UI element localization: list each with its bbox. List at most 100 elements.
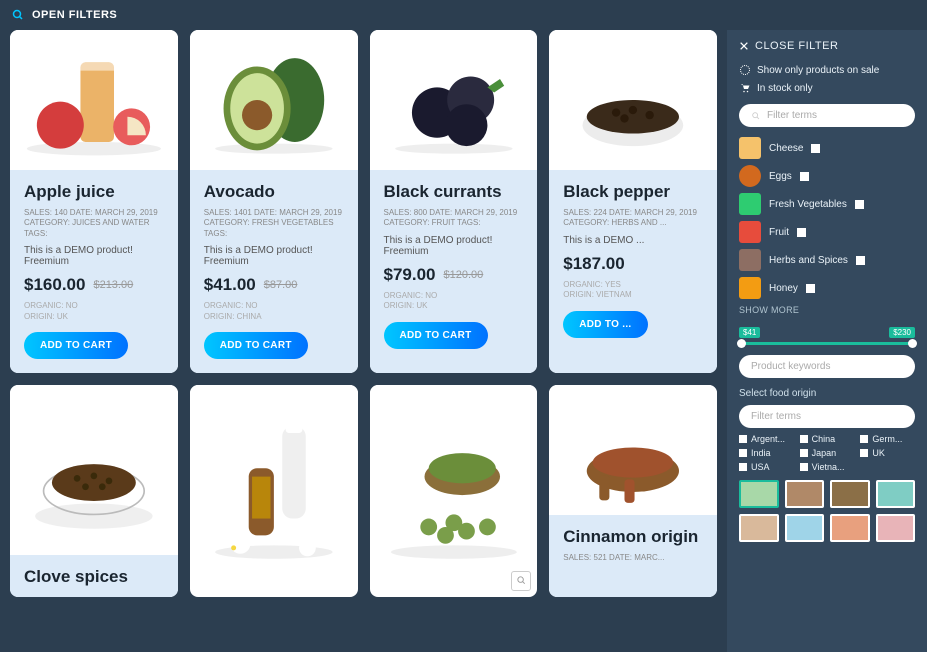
add-to-cart-button[interactable]: ADD TO CART [384, 322, 488, 349]
slider-max: $230 [889, 327, 915, 338]
product-old-price: $87.00 [264, 279, 298, 291]
search-icon[interactable] [12, 9, 24, 21]
product-price: $160.00 [24, 275, 85, 295]
product-image [549, 30, 717, 170]
product-price: $41.00 [204, 275, 256, 295]
herbs-icon [739, 249, 761, 271]
category-item[interactable]: Fresh Vegetables [739, 193, 915, 215]
checkbox[interactable] [811, 144, 820, 153]
product-image [370, 385, 538, 585]
origin-item[interactable]: USA [739, 462, 794, 472]
product-card: Avocado SALES: 1401 DATE: MARCH 29, 2019… [190, 30, 358, 373]
add-to-cart-button[interactable]: ADD TO ... [563, 311, 647, 338]
origin-item[interactable]: UK [860, 448, 915, 458]
product-old-price: $213.00 [93, 279, 133, 291]
product-card: Black pepper SALES: 224 DATE: MARCH 29, … [549, 30, 717, 373]
checkbox[interactable] [856, 256, 865, 265]
origin-item[interactable]: Japan [800, 448, 855, 458]
origin-item[interactable]: India [739, 448, 794, 458]
product-image [190, 30, 358, 170]
product-old-price: $120.00 [444, 269, 484, 281]
color-swatch[interactable] [876, 514, 916, 542]
color-swatches [739, 480, 915, 542]
product-title: Black pepper [563, 182, 703, 202]
product-origin: ORGANIC: NO ORIGIN: UK [24, 301, 164, 322]
product-meta: SALES: 224 DATE: MARCH 29, 2019 CATEGORY… [563, 208, 703, 229]
category-item[interactable]: Eggs [739, 165, 915, 187]
price-slider[interactable]: $41 $230 [739, 327, 915, 345]
product-meta: SALES: 521 DATE: MARC... [563, 553, 703, 563]
color-swatch[interactable] [830, 480, 870, 508]
product-origin: ORGANIC: YES ORIGIN: VIETNAM [563, 280, 703, 301]
add-to-cart-button[interactable]: ADD TO CART [204, 332, 308, 359]
product-image [370, 30, 538, 170]
origin-item[interactable]: Vietna... [800, 462, 855, 472]
checkbox[interactable] [806, 284, 815, 293]
honey-icon [739, 277, 761, 299]
category-item[interactable]: Fruit [739, 221, 915, 243]
product-grid: Apple juice SALES: 140 DATE: MARCH 29, 2… [0, 30, 727, 652]
product-desc: This is a DEMO product! Freemium [24, 245, 164, 267]
product-card: Apple juice SALES: 140 DATE: MARCH 29, 2… [10, 30, 178, 373]
category-item[interactable]: Herbs and Spices [739, 249, 915, 271]
origin-item[interactable]: China [800, 434, 855, 444]
product-meta: SALES: 1401 DATE: MARCH 29, 2019 CATEGOR… [204, 208, 344, 239]
checkbox[interactable] [855, 200, 864, 209]
category-item[interactable]: Honey [739, 277, 915, 299]
product-title: Clove spices [24, 567, 164, 587]
color-swatch[interactable] [739, 480, 779, 508]
open-filters-label[interactable]: OPEN FILTERS [32, 9, 117, 21]
filter-sidebar: CLOSE FILTER Show only products on sale … [727, 30, 927, 652]
zoom-icon[interactable] [511, 571, 531, 591]
category-list: Cheese Eggs Fresh Vegetables Fruit Herbs… [739, 137, 915, 299]
filter-terms-input[interactable]: Filter terms [739, 104, 915, 127]
product-meta: SALES: 140 DATE: MARCH 29, 2019 CATEGORY… [24, 208, 164, 239]
sale-option[interactable]: Show only products on sale [739, 64, 915, 76]
color-swatch[interactable] [785, 514, 825, 542]
sale-icon [739, 64, 751, 76]
product-desc: This is a DEMO product! Freemium [204, 245, 344, 267]
product-card [370, 385, 538, 597]
slider-track[interactable] [739, 342, 915, 345]
keywords-input[interactable]: Product keywords [739, 355, 915, 378]
cart-icon [739, 82, 751, 94]
product-price: $79.00 [384, 265, 436, 285]
origin-label: Select food origin [739, 388, 915, 399]
product-title: Apple juice [24, 182, 164, 202]
product-origin: ORGANIC: NO ORIGIN: UK [384, 291, 524, 312]
fruit-icon [739, 221, 761, 243]
show-more-button[interactable]: SHOW MORE [739, 305, 915, 315]
product-desc: This is a DEMO ... [563, 235, 703, 246]
topbar: OPEN FILTERS [0, 0, 927, 30]
origin-item[interactable]: Germ... [860, 434, 915, 444]
product-card: Cinnamon origin SALES: 521 DATE: MARC... [549, 385, 717, 597]
product-card: Black currants SALES: 800 DATE: MARCH 29… [370, 30, 538, 373]
close-filter-button[interactable]: CLOSE FILTER [739, 40, 915, 52]
category-item[interactable]: Cheese [739, 137, 915, 159]
product-image [10, 385, 178, 555]
add-to-cart-button[interactable]: ADD TO CART [24, 332, 128, 359]
checkbox[interactable] [797, 228, 806, 237]
product-price: $187.00 [563, 254, 624, 274]
product-image [10, 30, 178, 170]
cheese-icon [739, 137, 761, 159]
origin-item[interactable]: Argent... [739, 434, 794, 444]
main-area: Apple juice SALES: 140 DATE: MARCH 29, 2… [0, 30, 927, 652]
origin-filter-input[interactable]: Filter terms [739, 405, 915, 428]
product-title: Avocado [204, 182, 344, 202]
checkbox[interactable] [800, 172, 809, 181]
product-image [190, 385, 358, 585]
slider-min: $41 [739, 327, 760, 338]
product-desc: This is a DEMO product! Freemium [384, 235, 524, 257]
product-card [190, 385, 358, 597]
vegetables-icon [739, 193, 761, 215]
product-origin: ORGANIC: NO ORIGIN: CHINA [204, 301, 344, 322]
stock-option[interactable]: In stock only [739, 82, 915, 94]
color-swatch[interactable] [785, 480, 825, 508]
color-swatch[interactable] [830, 514, 870, 542]
close-icon [739, 41, 749, 51]
search-icon [751, 111, 761, 121]
color-swatch[interactable] [876, 480, 916, 508]
color-swatch[interactable] [739, 514, 779, 542]
eggs-icon [739, 165, 761, 187]
